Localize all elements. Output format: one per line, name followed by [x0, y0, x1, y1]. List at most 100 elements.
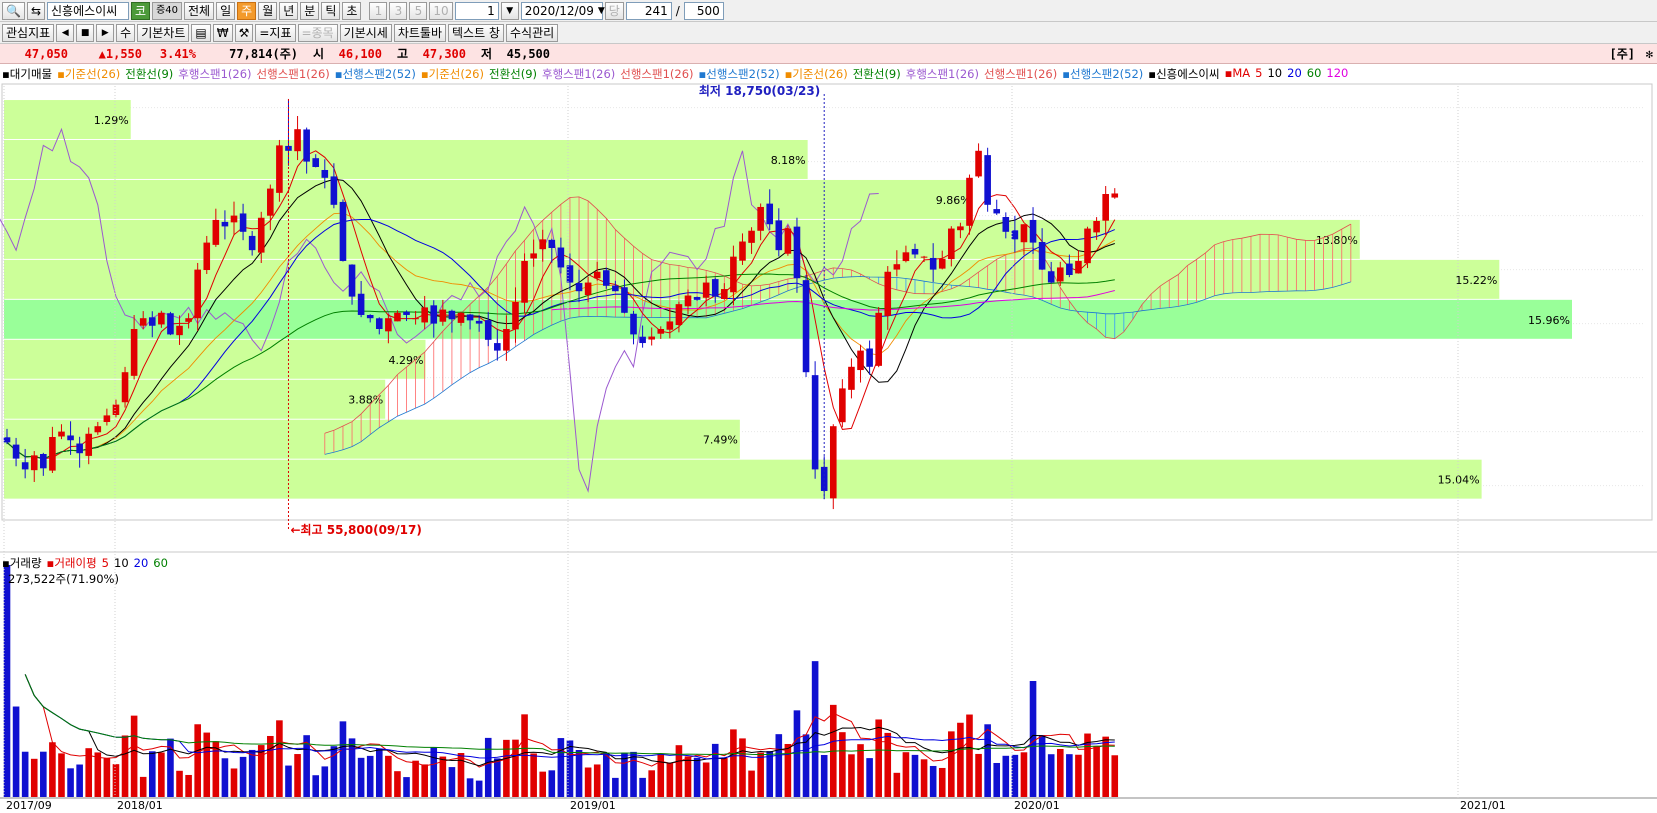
vol-ma5-line	[24, 674, 1115, 768]
symbol-add-button[interactable]: =종목	[297, 23, 338, 42]
won-icon[interactable]: ₩	[212, 23, 233, 42]
date-select[interactable]: 2020/12/09 ▼	[520, 1, 605, 20]
count-total-input[interactable]: 500	[683, 1, 724, 20]
chart-settings-icon[interactable]: ▤	[191, 23, 211, 42]
legend-item-0[interactable]: ▪대기매물	[2, 66, 52, 82]
volume-bar	[1056, 748, 1064, 797]
vlegend-item-3[interactable]: 10	[114, 556, 129, 570]
legend-item-11[interactable]: ▪기준선(26)	[785, 66, 848, 82]
x-tick-label: 2019/01	[570, 799, 616, 812]
legend-item-2[interactable]: 전환선(9)	[125, 66, 173, 82]
candle-body	[1102, 194, 1109, 221]
legend-item-7[interactable]: 전환선(9)	[489, 66, 537, 82]
stock-name-input[interactable]: 신흥에스이씨	[47, 1, 130, 20]
candle-body	[1047, 271, 1055, 283]
volume-bar	[521, 714, 528, 797]
vlegend-item-2[interactable]: 5	[102, 556, 109, 570]
overhang-label: 3.88%	[348, 394, 383, 407]
legend-item-19[interactable]: 10	[1267, 66, 1282, 82]
legend-item-15[interactable]: ▪선행스팬2(52)	[1062, 66, 1143, 82]
refresh-icon[interactable]: ⇆	[26, 1, 46, 20]
market-badge: 코	[131, 1, 151, 20]
candle-body	[330, 176, 338, 205]
overhang-label: 7.49%	[703, 434, 738, 447]
candle-body	[775, 220, 783, 251]
legend-item-22[interactable]: 120	[1326, 66, 1348, 82]
indicator-add-button[interactable]: =지표	[255, 23, 296, 42]
interval-input[interactable]: 1	[454, 1, 499, 20]
dang-button[interactable]: 당	[604, 1, 624, 20]
candle-body	[748, 230, 755, 243]
candle-body	[248, 235, 256, 251]
base-line	[6, 212, 1116, 460]
candle-body	[793, 226, 801, 279]
legend-item-3[interactable]: 후행스팬1(26)	[178, 66, 251, 82]
legend-item-9[interactable]: 선행스팬1(26)	[620, 66, 693, 82]
nav-stop-icon[interactable]: ■	[76, 23, 95, 42]
legend-item-1[interactable]: ▪기준선(26)	[57, 66, 120, 82]
chevron-down-icon[interactable]: ▼	[500, 1, 519, 20]
vlegend-item-4[interactable]: 20	[134, 556, 149, 570]
legend-item-18[interactable]: 5	[1255, 66, 1262, 82]
candle-body	[49, 437, 56, 471]
volume-bar	[784, 743, 792, 797]
period-tab-5[interactable]: 분	[300, 1, 320, 20]
candle-body	[412, 318, 419, 320]
vlegend-item-1[interactable]: ▪거래이평	[47, 556, 97, 570]
settings-icon[interactable]: ✻	[1646, 47, 1653, 61]
interval-tab-1[interactable]: 1	[369, 1, 388, 20]
legend-item-17[interactable]: ▪MA	[1225, 66, 1251, 82]
legend-item-10[interactable]: ▪선행스팬2(52)	[699, 66, 780, 82]
period-tab-6[interactable]: 틱	[321, 1, 341, 20]
indicator-button[interactable]: 관심지표	[2, 23, 55, 42]
chart-toolbar-button[interactable]: 차트툴바	[393, 23, 446, 42]
basic-quote-button[interactable]: 기본시세	[339, 23, 392, 42]
period-tab-3[interactable]: 월	[258, 1, 278, 20]
candle-body	[1066, 263, 1073, 275]
period-tabs: 전체 일 주 월 년 분 틱 초	[184, 1, 362, 20]
volume-bar	[530, 753, 537, 797]
lagging-span-line	[0, 127, 879, 493]
basic-chart-button[interactable]: 기본차트	[137, 23, 190, 42]
formula-manage-button[interactable]: 수식관리	[505, 23, 559, 42]
legend-item-20[interactable]: 20	[1287, 66, 1302, 82]
text-window-button[interactable]: 텍스트 창	[448, 23, 504, 42]
legend-item-8[interactable]: 후행스팬1(26)	[542, 66, 615, 82]
volume-bar	[584, 767, 592, 797]
legend-item-4[interactable]: 선행스팬1(26)	[257, 66, 330, 82]
interval-tab-3[interactable]: 3	[389, 1, 408, 20]
low-annotation: 최저 18,750(03/23)	[699, 83, 820, 98]
volume-bar	[412, 760, 419, 797]
vlegend-item-5[interactable]: 60	[153, 556, 168, 570]
volume-bar	[176, 770, 183, 797]
legend-item-12[interactable]: 전환선(9)	[853, 66, 901, 82]
su-button[interactable]: 수	[116, 23, 136, 42]
vlegend-item-0[interactable]: ▪거래량	[2, 556, 42, 570]
legend-item-16[interactable]: ▪신흥에스이씨	[1148, 66, 1219, 82]
volume-bar	[811, 661, 819, 797]
legend-item-21[interactable]: 60	[1307, 66, 1322, 82]
volume-bar	[448, 767, 456, 797]
volume-bar	[285, 765, 292, 797]
interval-tab-10[interactable]: 10	[429, 1, 453, 20]
period-tab-4[interactable]: 년	[279, 1, 299, 20]
period-tab-0[interactable]: 전체	[184, 1, 215, 20]
tool-icon[interactable]: ⚒	[234, 23, 254, 42]
period-tab-1[interactable]: 일	[216, 1, 236, 20]
volume-bar	[820, 754, 828, 797]
nav-next-icon[interactable]: ▶	[96, 23, 115, 42]
volume-bar	[666, 762, 674, 797]
candle-body	[430, 305, 438, 324]
interval-tab-5[interactable]: 5	[409, 1, 428, 20]
nav-first-icon[interactable]: ◀	[56, 23, 75, 42]
candle-body	[957, 226, 964, 231]
search-icon[interactable]: 🔍	[2, 1, 25, 20]
count-input[interactable]: 241	[625, 1, 672, 20]
legend-item-13[interactable]: 후행스팬1(26)	[906, 66, 979, 82]
legend-item-14[interactable]: 선행스팬1(26)	[984, 66, 1057, 82]
legend-item-6[interactable]: ▪기준선(26)	[421, 66, 484, 82]
volume-bar	[639, 777, 646, 797]
period-tab-7[interactable]: 초	[342, 1, 362, 20]
period-tab-2[interactable]: 주	[237, 1, 257, 20]
legend-item-5[interactable]: ▪선행스팬2(52)	[335, 66, 416, 82]
